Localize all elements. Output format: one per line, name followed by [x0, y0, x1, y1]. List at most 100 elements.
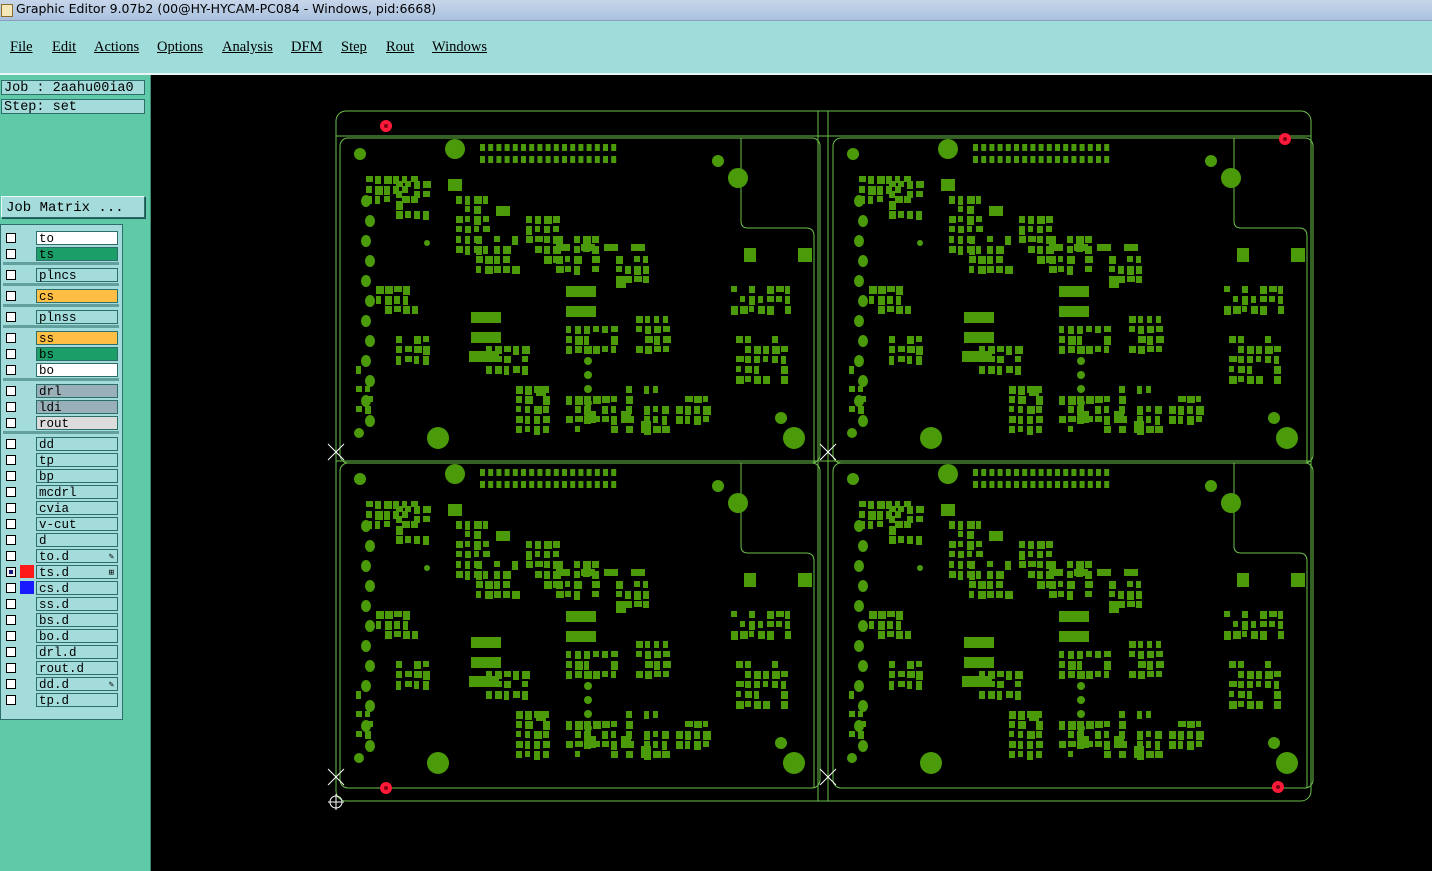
layer-name[interactable]: d — [36, 533, 118, 548]
layer-checkbox[interactable] — [6, 333, 16, 343]
layer-row[interactable]: bp — [1, 468, 121, 484]
layer-name[interactable]: tp — [36, 453, 118, 468]
job-matrix-button[interactable]: Job Matrix ... — [1, 196, 145, 218]
layer-name[interactable]: v-cut — [36, 517, 118, 532]
menu-options[interactable]: Options — [157, 39, 203, 56]
menu-analysis[interactable]: Analysis — [222, 39, 273, 56]
layer-name[interactable]: dd — [36, 437, 118, 452]
layer-name[interactable]: to.d ✎ — [36, 549, 118, 564]
layer-name[interactable]: plncs — [36, 268, 118, 283]
layer-row[interactable]: plncs — [1, 267, 121, 283]
pad — [616, 276, 626, 288]
layer-checkbox[interactable] — [6, 695, 16, 705]
layer-name[interactable]: tp.d — [36, 693, 118, 708]
layer-name[interactable]: bs.d — [36, 613, 118, 628]
layer-name[interactable]: cvia — [36, 501, 118, 516]
layer-row[interactable]: ldi — [1, 399, 121, 415]
layer-row[interactable]: cs — [1, 288, 121, 304]
layer-row[interactable]: dd.d ✎ — [1, 676, 121, 692]
layer-checkbox[interactable] — [6, 487, 16, 497]
layer-checkbox[interactable] — [6, 503, 16, 513]
layer-checkbox[interactable] — [6, 418, 16, 428]
menu-step[interactable]: Step — [341, 39, 367, 56]
layer-row[interactable]: v-cut — [1, 516, 121, 532]
layer-row[interactable]: ts — [1, 246, 121, 262]
layer-row[interactable]: d — [1, 532, 121, 548]
layer-name[interactable]: drl — [36, 384, 118, 399]
layer-name[interactable]: ss.d — [36, 597, 118, 612]
menu-windows[interactable]: Windows — [432, 39, 487, 56]
layer-name[interactable]: bs — [36, 347, 118, 362]
graphics-canvas[interactable] — [151, 75, 1432, 871]
layer-name[interactable]: ldi — [36, 400, 118, 415]
layer-checkbox[interactable] — [6, 615, 16, 625]
layer-checkbox[interactable] — [6, 567, 16, 577]
layer-row[interactable]: tp.d — [1, 692, 121, 708]
layer-checkbox[interactable] — [6, 349, 16, 359]
layer-row[interactable]: rout.d — [1, 660, 121, 676]
layer-checkbox[interactable] — [6, 519, 16, 529]
layer-checkbox[interactable] — [6, 679, 16, 689]
layer-name[interactable]: drl.d — [36, 645, 118, 660]
menu-rout[interactable]: Rout — [386, 39, 414, 56]
layer-name[interactable]: mcdrl — [36, 485, 118, 500]
layer-row[interactable]: ts.d ⊞ — [1, 564, 121, 580]
layer-row[interactable]: bo.d — [1, 628, 121, 644]
layer-name[interactable]: ss — [36, 331, 118, 346]
layer-checkbox[interactable] — [6, 249, 16, 259]
layer-row[interactable]: to — [1, 230, 121, 246]
layer-row[interactable]: mcdrl — [1, 484, 121, 500]
layer-name[interactable]: rout.d — [36, 661, 118, 676]
pad — [676, 731, 683, 739]
layer-name[interactable]: to — [36, 231, 118, 246]
layer-row[interactable]: to.d ✎ — [1, 548, 121, 564]
layer-checkbox[interactable] — [6, 402, 16, 412]
layer-row[interactable]: tp — [1, 452, 121, 468]
layer-checkbox[interactable] — [6, 663, 16, 673]
layer-row[interactable]: plnss — [1, 309, 121, 325]
layer-checkbox[interactable] — [6, 439, 16, 449]
layer-row[interactable]: ss — [1, 330, 121, 346]
layer-row[interactable]: bo — [1, 362, 121, 378]
layer-checkbox[interactable] — [6, 312, 16, 322]
layer-checkbox[interactable] — [6, 599, 16, 609]
layer-checkbox[interactable] — [6, 270, 16, 280]
layer-row[interactable]: bs — [1, 346, 121, 362]
layer-name[interactable]: cs.d — [36, 581, 118, 596]
layer-color-swatch[interactable] — [20, 565, 34, 578]
layer-checkbox[interactable] — [6, 631, 16, 641]
layer-row[interactable]: cvia — [1, 500, 121, 516]
pad — [1055, 469, 1060, 476]
layer-checkbox[interactable] — [6, 365, 16, 375]
layer-checkbox[interactable] — [6, 471, 16, 481]
menu-actions[interactable]: Actions — [94, 39, 139, 56]
layer-name[interactable]: plnss — [36, 310, 118, 325]
menu-edit[interactable]: Edit — [52, 39, 76, 56]
layer-name[interactable]: ts.d ⊞ — [36, 565, 118, 580]
layer-name[interactable]: bo.d — [36, 629, 118, 644]
layer-row[interactable]: bs.d — [1, 612, 121, 628]
layer-color-swatch[interactable] — [20, 581, 34, 594]
layer-row[interactable]: rout — [1, 415, 121, 431]
layer-name[interactable]: bo — [36, 363, 118, 378]
layer-checkbox[interactable] — [6, 291, 16, 301]
layer-name[interactable]: dd.d ✎ — [36, 677, 118, 692]
layer-name[interactable]: cs — [36, 289, 118, 304]
layer-row[interactable]: ss.d — [1, 596, 121, 612]
layer-row[interactable]: dd — [1, 436, 121, 452]
layer-name[interactable]: ts — [36, 247, 118, 262]
layer-name[interactable]: bp — [36, 469, 118, 484]
layer-row[interactable]: drl.d — [1, 644, 121, 660]
layer-checkbox[interactable] — [6, 551, 16, 561]
layer-checkbox[interactable] — [6, 455, 16, 465]
layer-row[interactable]: drl — [1, 383, 121, 399]
menu-dfm[interactable]: DFM — [291, 39, 322, 56]
layer-name[interactable]: rout — [36, 416, 118, 431]
layer-row[interactable]: cs.d — [1, 580, 121, 596]
layer-checkbox[interactable] — [6, 647, 16, 657]
layer-checkbox[interactable] — [6, 535, 16, 545]
layer-checkbox[interactable] — [6, 583, 16, 593]
layer-checkbox[interactable] — [6, 233, 16, 243]
layer-checkbox[interactable] — [6, 386, 16, 396]
menu-file[interactable]: File — [10, 39, 33, 56]
